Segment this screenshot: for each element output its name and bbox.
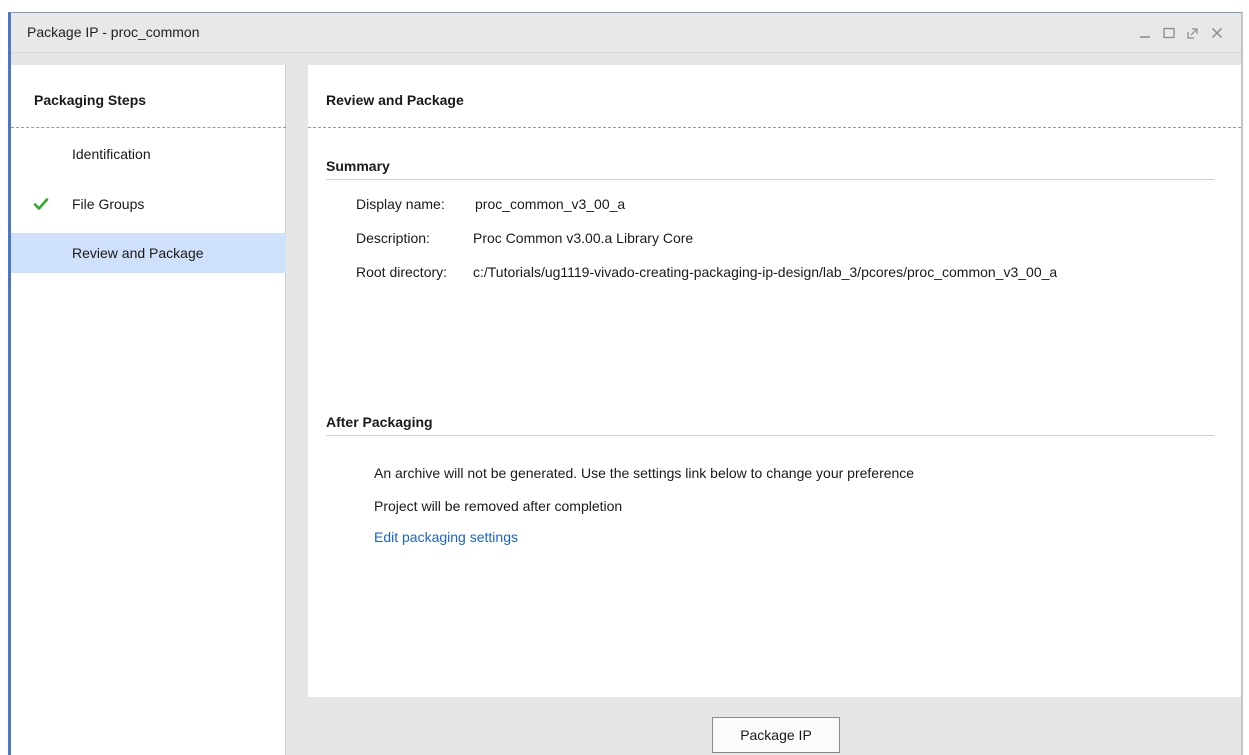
summary-divider xyxy=(326,179,1214,180)
display-name-label: Display name: xyxy=(356,196,445,212)
restore-icon[interactable] xyxy=(1183,22,1203,44)
review-and-package-panel: Review and Package Summary Display name:… xyxy=(308,65,1241,755)
description-label: Description: xyxy=(356,230,430,246)
after-packaging-divider xyxy=(326,435,1214,436)
steps-header-divider xyxy=(11,127,286,128)
step-label: Identification xyxy=(72,146,151,162)
after-packaging-section-title: After Packaging xyxy=(326,414,433,430)
root-directory-label: Root directory: xyxy=(356,264,448,280)
step-label: File Groups xyxy=(72,196,145,212)
checkmark-icon xyxy=(33,196,49,215)
display-name-value: proc_common_v3_00_a xyxy=(475,196,626,212)
panel-header: Review and Package xyxy=(326,92,464,108)
dialog-footer: Package IP xyxy=(308,697,1241,755)
package-ip-button[interactable]: Package IP xyxy=(712,717,840,753)
minimize-icon[interactable] xyxy=(1135,22,1155,44)
archive-note: An archive will not be generated. Use th… xyxy=(374,465,915,481)
project-removal-note: Project will be removed after completion xyxy=(374,498,623,514)
root-directory-value: c:/Tutorials/ug1119-vivado-creating-pack… xyxy=(473,264,1058,280)
summary-section-title: Summary xyxy=(326,158,390,174)
packaging-steps-panel: Packaging Steps Identification File Grou… xyxy=(11,65,286,755)
panel-header-divider xyxy=(308,127,1241,128)
step-review-and-package[interactable]: Review and Package xyxy=(11,233,286,273)
steps-panel-header: Packaging Steps xyxy=(34,92,147,108)
edit-packaging-settings-link[interactable]: Edit packaging settings xyxy=(374,529,518,545)
package-ip-dialog: Package IP - proc_common Packaging Steps… xyxy=(8,12,1243,755)
title-bar[interactable]: Package IP - proc_common xyxy=(11,13,1241,53)
window-controls xyxy=(1135,22,1227,44)
maximize-icon[interactable] xyxy=(1159,22,1179,44)
close-icon[interactable] xyxy=(1207,22,1227,44)
step-label: Review and Package xyxy=(72,245,204,261)
window-title: Package IP - proc_common xyxy=(27,24,200,40)
step-file-groups[interactable]: File Groups xyxy=(11,184,286,224)
step-identification[interactable]: Identification xyxy=(11,134,286,174)
description-value: Proc Common v3.00.a Library Core xyxy=(473,230,694,246)
